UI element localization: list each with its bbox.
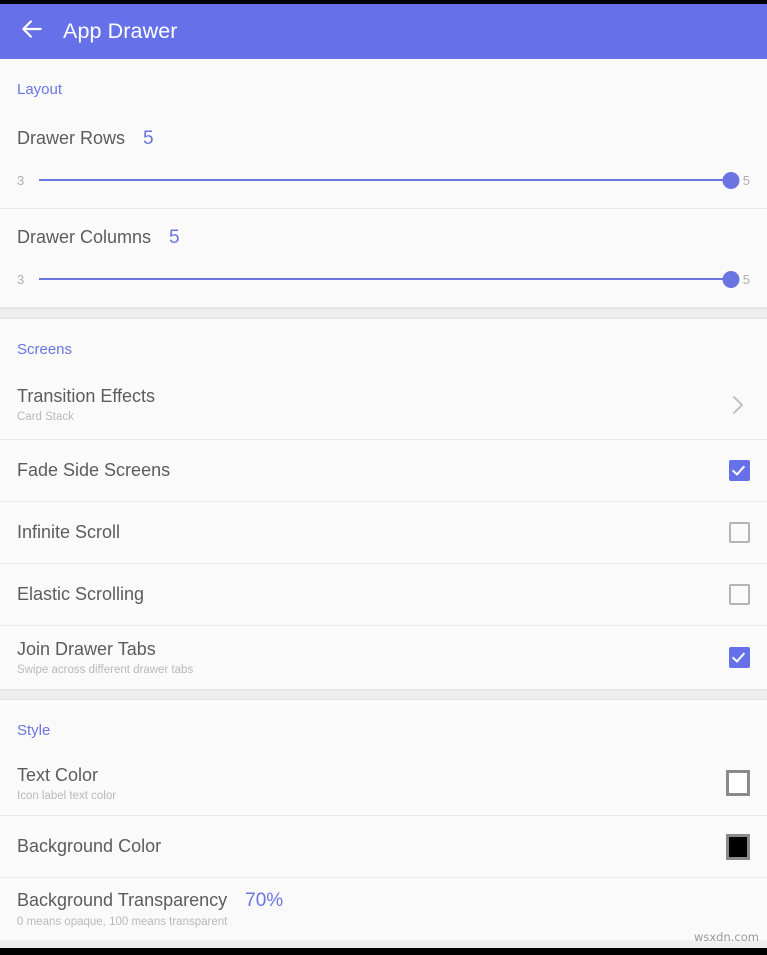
app-drawer-settings-screen: App Drawer Layout Drawer Rows 5 3 [0, 0, 767, 955]
background-transparency-text: Background Transparency 70% 0 means opaq… [17, 890, 283, 928]
fade-side-screens-title-line: Fade Side Screens [17, 460, 170, 481]
background-color-title-line: Background Color [17, 836, 161, 857]
drawer-rows-min-label: 3 [17, 173, 35, 188]
text-color-text: Text Color Icon label text color [17, 765, 116, 802]
background-color-title: Background Color [17, 836, 161, 857]
elastic-scrolling-checkbox[interactable] [729, 584, 750, 605]
back-button[interactable] [10, 10, 54, 54]
background-transparency-title-line: Background Transparency 70% [17, 890, 283, 912]
drawer-columns-label-line: Drawer Columns 5 [17, 227, 750, 249]
top-black-strip [0, 0, 767, 4]
arrow-left-icon [19, 16, 45, 47]
drawer-columns-min-label: 3 [17, 272, 35, 287]
drawer-rows-title: Drawer Rows [17, 128, 125, 149]
drawer-columns-slider-fill [39, 278, 731, 280]
drawer-rows-slider-line: 3 5 [17, 170, 750, 190]
drawer-rows-slider-fill [39, 179, 731, 181]
setting-infinite-scroll[interactable]: Infinite Scroll [0, 502, 767, 564]
join-drawer-tabs-title: Join Drawer Tabs [17, 639, 156, 660]
infinite-scroll-checkbox[interactable] [729, 522, 750, 543]
transition-effects-subtitle: Card Stack [17, 411, 155, 423]
transition-effects-title-line: Transition Effects [17, 386, 155, 407]
elastic-scrolling-title-line: Elastic Scrolling [17, 584, 144, 605]
fade-side-screens-text: Fade Side Screens [17, 460, 170, 481]
setting-drawer-columns[interactable]: Drawer Columns 5 3 5 [0, 209, 767, 308]
section-divider-gap-1 [0, 308, 767, 319]
section-style: Style Text Color Icon label text color B… [0, 700, 767, 940]
background-color-swatch[interactable] [726, 834, 750, 860]
drawer-columns-slider-line: 3 5 [17, 269, 750, 289]
elastic-scrolling-title: Elastic Scrolling [17, 584, 144, 605]
section-layout: Layout Drawer Rows 5 3 5 [0, 59, 767, 308]
join-drawer-tabs-checkbox[interactable] [729, 647, 750, 668]
background-transparency-subtitle: 0 means opaque, 100 means transparent [17, 916, 283, 928]
join-drawer-tabs-title-line: Join Drawer Tabs [17, 639, 193, 660]
text-color-title-line: Text Color [17, 765, 116, 786]
fade-side-screens-title: Fade Side Screens [17, 460, 170, 481]
drawer-columns-title: Drawer Columns [17, 227, 151, 248]
section-screens: Screens Transition Effects Card Stack [0, 319, 767, 689]
setting-transition-effects[interactable]: Transition Effects Card Stack [0, 370, 767, 440]
chevron-right-icon[interactable] [726, 395, 750, 415]
transition-effects-text: Transition Effects Card Stack [17, 386, 155, 423]
section-header-style: Style [0, 700, 767, 751]
drawer-columns-value: 5 [169, 227, 180, 249]
drawer-rows-slider-thumb[interactable] [722, 172, 739, 189]
text-color-swatch[interactable] [726, 770, 750, 796]
page-title: App Drawer [63, 19, 178, 44]
text-color-subtitle: Icon label text color [17, 790, 116, 802]
setting-background-color[interactable]: Background Color [0, 816, 767, 878]
settings-scroll-container[interactable]: Layout Drawer Rows 5 3 5 [0, 59, 767, 948]
join-drawer-tabs-subtitle: Swipe across different drawer tabs [17, 664, 193, 676]
text-color-title: Text Color [17, 765, 98, 786]
background-color-text: Background Color [17, 836, 161, 857]
setting-elastic-scrolling[interactable]: Elastic Scrolling [0, 564, 767, 626]
drawer-rows-label-line: Drawer Rows 5 [17, 128, 750, 150]
fade-side-screens-checkbox[interactable] [729, 460, 750, 481]
infinite-scroll-text: Infinite Scroll [17, 522, 120, 543]
setting-background-transparency[interactable]: Background Transparency 70% 0 means opaq… [0, 878, 767, 940]
drawer-columns-slider-thumb[interactable] [722, 271, 739, 288]
watermark: wsxdn.com [694, 930, 759, 944]
app-bar: App Drawer [0, 4, 767, 59]
drawer-rows-value: 5 [143, 128, 154, 150]
drawer-columns-slider[interactable] [39, 269, 731, 289]
setting-fade-side-screens[interactable]: Fade Side Screens [0, 440, 767, 502]
infinite-scroll-title: Infinite Scroll [17, 522, 120, 543]
setting-drawer-rows[interactable]: Drawer Rows 5 3 5 [0, 110, 767, 209]
bottom-black-strip [0, 948, 767, 955]
transition-effects-title: Transition Effects [17, 386, 155, 407]
section-header-screens: Screens [0, 319, 767, 370]
join-drawer-tabs-text: Join Drawer Tabs Swipe across different … [17, 639, 193, 676]
drawer-rows-slider[interactable] [39, 170, 731, 190]
infinite-scroll-title-line: Infinite Scroll [17, 522, 120, 543]
background-transparency-value: 70% [245, 890, 283, 912]
section-divider-gap-2 [0, 689, 767, 700]
background-transparency-title: Background Transparency [17, 890, 227, 911]
section-header-layout: Layout [0, 59, 767, 110]
elastic-scrolling-text: Elastic Scrolling [17, 584, 144, 605]
setting-text-color[interactable]: Text Color Icon label text color [0, 751, 767, 816]
setting-join-drawer-tabs[interactable]: Join Drawer Tabs Swipe across different … [0, 626, 767, 689]
